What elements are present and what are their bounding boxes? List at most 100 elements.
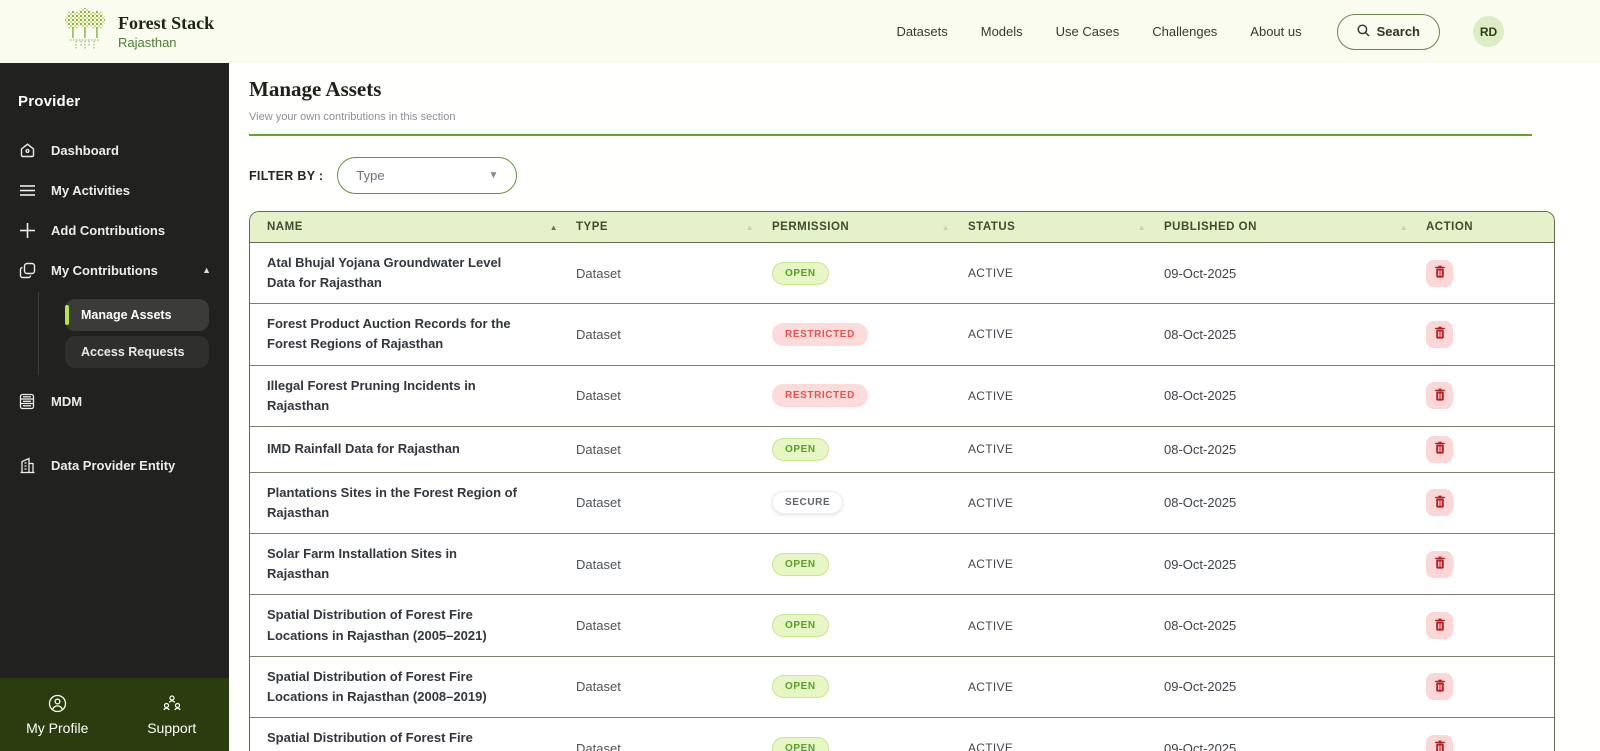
sidebar-item-label: Data Provider Entity — [51, 457, 176, 473]
list-icon — [18, 181, 36, 199]
support-button[interactable]: Support — [115, 678, 230, 751]
sidebar-item-label: My Contributions — [51, 262, 158, 278]
permission-badge: OPEN — [772, 261, 829, 285]
delete-button[interactable] — [1426, 673, 1453, 701]
status-badge: ACTIVE — [968, 557, 1014, 572]
asset-name: Forest Product Auction Records for the F… — [267, 316, 511, 352]
published-date: 08-Oct-2025 — [1164, 441, 1237, 457]
asset-type: Dataset — [576, 441, 621, 457]
sidebar-item-label: My Activities — [51, 182, 130, 198]
plus-icon — [18, 221, 36, 239]
sidebar-item-data-provider-entity[interactable]: Data Provider Entity — [0, 445, 229, 485]
search-button[interactable]: Search — [1336, 13, 1440, 50]
column-header-name[interactable]: NAME ▲ — [250, 214, 576, 240]
asset-name: Spatial Distribution of Forest Fire Loca… — [267, 668, 487, 704]
asset-type: Dataset — [576, 495, 621, 511]
permission-badge: OPEN — [772, 736, 829, 751]
nav-link-datasets[interactable]: Datasets — [896, 24, 947, 39]
user-avatar[interactable]: RD — [1473, 16, 1504, 47]
type-filter-dropdown[interactable]: Type ▼ — [337, 157, 518, 194]
published-date: 09-Oct-2025 — [1164, 556, 1237, 572]
delete-button[interactable] — [1426, 734, 1453, 751]
sidebar-nav: Dashboard My Activities Add Contribution… — [0, 130, 229, 485]
column-header-type[interactable]: TYPE ▲ — [576, 214, 772, 240]
permission-badge: OPEN — [772, 437, 829, 461]
permission-badge: SECURE — [772, 491, 844, 515]
sort-arrow-icon[interactable]: ▲ — [746, 223, 754, 232]
sort-arrow-icon[interactable]: ▲ — [942, 223, 950, 232]
sidebar-item-label: MDM — [51, 393, 83, 409]
column-header-permission[interactable]: PERMISSION ▲ — [772, 214, 968, 240]
type-filter-value: Type — [356, 168, 385, 183]
nav-link-challenges[interactable]: Challenges — [1152, 24, 1217, 39]
topbar: Forest Stack Rajasthan Datasets Models U… — [0, 0, 1600, 63]
asset-name: Spatial Distribution of Forest Fire Loca… — [267, 607, 487, 643]
table-row: IMD Rainfall Data for Rajasthan Dataset … — [250, 427, 1554, 473]
filter-row: FILTER BY : Type ▼ — [249, 157, 1555, 194]
asset-name: Spatial Distribution of Forest Fire Loca… — [267, 729, 487, 751]
forest-stack-logo-icon — [64, 7, 106, 56]
brand: Forest Stack Rajasthan — [64, 7, 214, 56]
top-navigation: Datasets Models Use Cases Challenges Abo… — [896, 13, 1504, 50]
permission-badge: RESTRICTED — [772, 322, 868, 346]
green-divider — [249, 134, 1532, 136]
trash-icon — [1434, 388, 1446, 404]
status-badge: ACTIVE — [968, 741, 1014, 751]
trash-icon — [1434, 679, 1446, 695]
asset-name: Plantations Sites in the Forest Region o… — [267, 484, 517, 520]
nav-link-about-us[interactable]: About us — [1250, 24, 1301, 39]
permission-badge: OPEN — [772, 552, 829, 576]
column-header-status[interactable]: STATUS ▲ — [968, 214, 1164, 240]
building-icon — [18, 456, 36, 474]
nav-link-use-cases[interactable]: Use Cases — [1056, 24, 1120, 39]
sort-arrow-icon[interactable]: ▲ — [1400, 223, 1408, 232]
delete-button[interactable] — [1426, 489, 1453, 517]
page-subtitle: View your own contributions in this sect… — [249, 111, 456, 123]
delete-button[interactable] — [1426, 259, 1453, 287]
delete-button[interactable] — [1426, 382, 1453, 410]
permission-badge: OPEN — [772, 614, 829, 638]
nav-link-models[interactable]: Models — [981, 24, 1023, 39]
asset-type: Dataset — [576, 556, 621, 572]
brand-subtitle: Rajasthan — [118, 34, 177, 50]
assets-table: NAME ▲ TYPE ▲ PERMISSION ▲ STATUS ▲ PUBL… — [249, 211, 1555, 751]
asset-type: Dataset — [576, 740, 621, 751]
my-profile-button[interactable]: My Profile — [0, 678, 115, 751]
main-content: Manage Assets View your own contribution… — [229, 63, 1600, 751]
chevron-down-icon: ▼ — [488, 170, 499, 181]
published-date: 08-Oct-2025 — [1164, 326, 1237, 342]
sidebar-item-add-contributions[interactable]: Add Contributions — [0, 210, 229, 250]
sidebar-item-my-activities[interactable]: My Activities — [0, 170, 229, 210]
sidebar-item-access-requests[interactable]: Access Requests — [65, 336, 209, 368]
layers-icon — [18, 261, 36, 279]
delete-button[interactable] — [1426, 320, 1453, 348]
table-row: Spatial Distribution of Forest Fire Loca… — [250, 657, 1554, 718]
sort-arrow-icon[interactable]: ▲ — [550, 223, 558, 232]
profile-icon — [48, 694, 67, 716]
sidebar-item-my-contributions[interactable]: My Contributions ▲ — [0, 250, 229, 290]
sidebar-item-dashboard[interactable]: Dashboard — [0, 130, 229, 170]
published-date: 09-Oct-2025 — [1164, 740, 1237, 751]
asset-name: Illegal Forest Pruning Incidents in Raja… — [267, 377, 476, 413]
published-date: 08-Oct-2025 — [1164, 618, 1237, 634]
published-date: 08-Oct-2025 — [1164, 388, 1237, 404]
table-header-row: NAME ▲ TYPE ▲ PERMISSION ▲ STATUS ▲ PUBL… — [250, 212, 1554, 243]
status-badge: ACTIVE — [968, 618, 1014, 633]
sidebar-item-mdm[interactable]: MDM — [0, 381, 229, 421]
support-label: Support — [147, 719, 197, 736]
sort-arrow-icon[interactable]: ▲ — [1138, 223, 1146, 232]
column-header-published-on[interactable]: PUBLISHED ON ▲ — [1164, 214, 1426, 240]
my-profile-label: My Profile — [26, 719, 89, 736]
column-header-action: ACTION — [1426, 221, 1474, 233]
table-row: Spatial Distribution of Forest Fire Loca… — [250, 718, 1554, 751]
sidebar-item-label: Dashboard — [51, 142, 119, 158]
asset-type: Dataset — [576, 326, 621, 342]
trash-icon — [1434, 326, 1446, 342]
trash-icon — [1434, 495, 1446, 511]
delete-button[interactable] — [1426, 612, 1453, 640]
delete-button[interactable] — [1426, 550, 1453, 578]
sidebar-item-manage-assets[interactable]: Manage Assets — [65, 299, 209, 331]
delete-button[interactable] — [1426, 435, 1453, 463]
asset-name: Atal Bhujal Yojana Groundwater Level Dat… — [267, 255, 502, 291]
search-icon — [1357, 24, 1370, 40]
